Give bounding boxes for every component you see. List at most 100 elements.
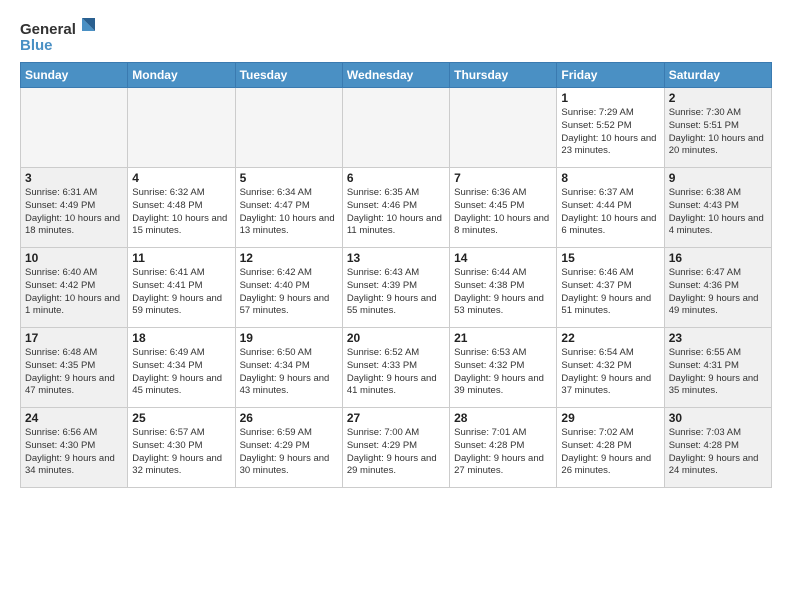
day-info: Sunrise: 6:34 AM Sunset: 4:47 PM Dayligh…: [240, 187, 338, 238]
calendar-cell: 14 Sunrise: 6:44 AM Sunset: 4:38 PM Dayli…: [450, 248, 557, 328]
svg-text:General: General: [20, 21, 76, 38]
calendar-cell: 28Sunrise: 7:01 AM Sunset: 4:28 PM Dayli…: [450, 408, 557, 488]
calendar-cell: 16Sunrise: 6:47 AM Sunset: 4:36 PM Dayli…: [664, 248, 771, 328]
weekday-header-sunday: Sunday: [21, 63, 128, 88]
day-info: Sunrise: 6:31 AM Sunset: 4:49 PM Dayligh…: [25, 187, 123, 238]
calendar-cell: 3 Sunrise: 6:31 AM Sunset: 4:49 PM Daylig…: [21, 168, 128, 248]
day-info: Sunrise: 7:02 AM Sunset: 4:28 PM Dayligh…: [561, 427, 659, 478]
day-info: Sunrise: 7:03 AM Sunset: 4:28 PM Dayligh…: [669, 427, 767, 478]
day-number: 30: [669, 411, 767, 425]
calendar-cell: 24 Sunrise: 6:56 AM Sunset: 4:30 PM Dayli…: [21, 408, 128, 488]
svg-text:Blue: Blue: [20, 37, 53, 54]
calendar-cell: 5 Sunrise: 6:34 AM Sunset: 4:47 PM Daylig…: [235, 168, 342, 248]
day-number: 4: [132, 171, 230, 185]
day-info: Sunrise: 6:36 AM Sunset: 4:45 PM Dayligh…: [454, 187, 552, 238]
day-info: Sunrise: 6:32 AM Sunset: 4:48 PM Dayligh…: [132, 187, 230, 238]
header: GeneralBlue: [20, 16, 772, 56]
day-number: 1: [561, 91, 659, 105]
day-info: Sunrise: 6:46 AM Sunset: 4:37 PM Dayligh…: [561, 267, 659, 318]
weekday-row: SundayMondayTuesdayWednesdayThursdayFrid…: [21, 63, 772, 88]
calendar-cell: 2 Sunrise: 7:30 AM Sunset: 5:51 PM Daylig…: [664, 88, 771, 168]
calendar-cell: 22Sunrise: 6:54 AM Sunset: 4:32 PM Dayli…: [557, 328, 664, 408]
day-number: 5: [240, 171, 338, 185]
calendar-table: SundayMondayTuesdayWednesdayThursdayFrid…: [20, 62, 772, 488]
calendar-cell: 9 Sunrise: 6:38 AM Sunset: 4:43 PM Daylig…: [664, 168, 771, 248]
day-number: 22: [561, 331, 659, 345]
calendar-cell: 19Sunrise: 6:50 AM Sunset: 4:34 PM Dayli…: [235, 328, 342, 408]
day-info: Sunrise: 6:55 AM Sunset: 4:31 PM Dayligh…: [669, 347, 767, 398]
calendar-cell: 26 Sunrise: 6:59 AM Sunset: 4:29 PM Dayli…: [235, 408, 342, 488]
day-number: 15: [561, 251, 659, 265]
day-number: 10: [25, 251, 123, 265]
weekday-header-friday: Friday: [557, 63, 664, 88]
day-number: 24: [25, 411, 123, 425]
day-number: 7: [454, 171, 552, 185]
day-info: Sunrise: 6:43 AM Sunset: 4:39 PM Dayligh…: [347, 267, 445, 318]
day-number: 27: [347, 411, 445, 425]
weekday-header-tuesday: Tuesday: [235, 63, 342, 88]
day-info: Sunrise: 6:41 AM Sunset: 4:41 PM Dayligh…: [132, 267, 230, 318]
calendar-cell: 30 Sunrise: 7:03 AM Sunset: 4:28 PM Dayli…: [664, 408, 771, 488]
day-info: Sunrise: 6:40 AM Sunset: 4:42 PM Dayligh…: [25, 267, 123, 318]
day-info: Sunrise: 6:53 AM Sunset: 4:32 PM Dayligh…: [454, 347, 552, 398]
calendar-cell: 12Sunrise: 6:42 AM Sunset: 4:40 PM Dayli…: [235, 248, 342, 328]
weekday-header-thursday: Thursday: [450, 63, 557, 88]
day-info: Sunrise: 6:44 AM Sunset: 4:38 PM Dayligh…: [454, 267, 552, 318]
day-number: 14: [454, 251, 552, 265]
day-info: Sunrise: 6:49 AM Sunset: 4:34 PM Dayligh…: [132, 347, 230, 398]
calendar-cell: [342, 88, 449, 168]
calendar-cell: 13 Sunrise: 6:43 AM Sunset: 4:39 PM Dayli…: [342, 248, 449, 328]
day-number: 16: [669, 251, 767, 265]
calendar-cell: 23 Sunrise: 6:55 AM Sunset: 4:31 PM Dayli…: [664, 328, 771, 408]
logo: GeneralBlue: [20, 16, 102, 56]
day-info: Sunrise: 6:57 AM Sunset: 4:30 PM Dayligh…: [132, 427, 230, 478]
week-row-4: 24 Sunrise: 6:56 AM Sunset: 4:30 PM Dayli…: [21, 408, 772, 488]
week-row-1: 3 Sunrise: 6:31 AM Sunset: 4:49 PM Daylig…: [21, 168, 772, 248]
calendar-cell: 10 Sunrise: 6:40 AM Sunset: 4:42 PM Dayli…: [21, 248, 128, 328]
calendar-cell: 7 Sunrise: 6:36 AM Sunset: 4:45 PM Daylig…: [450, 168, 557, 248]
calendar-cell: 1Sunrise: 7:29 AM Sunset: 5:52 PM Daylig…: [557, 88, 664, 168]
day-info: Sunrise: 6:48 AM Sunset: 4:35 PM Dayligh…: [25, 347, 123, 398]
day-number: 23: [669, 331, 767, 345]
day-info: Sunrise: 6:59 AM Sunset: 4:29 PM Dayligh…: [240, 427, 338, 478]
day-number: 20: [347, 331, 445, 345]
page: GeneralBlue SundayMondayTuesdayWednesday…: [0, 0, 792, 498]
day-number: 9: [669, 171, 767, 185]
calendar-body: 1Sunrise: 7:29 AM Sunset: 5:52 PM Daylig…: [21, 88, 772, 488]
calendar-cell: [450, 88, 557, 168]
week-row-2: 10 Sunrise: 6:40 AM Sunset: 4:42 PM Dayli…: [21, 248, 772, 328]
day-info: Sunrise: 7:01 AM Sunset: 4:28 PM Dayligh…: [454, 427, 552, 478]
day-info: Sunrise: 6:37 AM Sunset: 4:44 PM Dayligh…: [561, 187, 659, 238]
day-number: 3: [25, 171, 123, 185]
day-number: 13: [347, 251, 445, 265]
calendar-cell: 4 Sunrise: 6:32 AM Sunset: 4:48 PM Daylig…: [128, 168, 235, 248]
day-info: Sunrise: 6:35 AM Sunset: 4:46 PM Dayligh…: [347, 187, 445, 238]
day-number: 11: [132, 251, 230, 265]
day-number: 21: [454, 331, 552, 345]
day-number: 2: [669, 91, 767, 105]
calendar-cell: [21, 88, 128, 168]
weekday-header-monday: Monday: [128, 63, 235, 88]
day-info: Sunrise: 7:30 AM Sunset: 5:51 PM Dayligh…: [669, 107, 767, 158]
week-row-3: 17 Sunrise: 6:48 AM Sunset: 4:35 PM Dayli…: [21, 328, 772, 408]
calendar-cell: 11 Sunrise: 6:41 AM Sunset: 4:41 PM Dayli…: [128, 248, 235, 328]
logo-icon: GeneralBlue: [20, 16, 100, 56]
day-number: 8: [561, 171, 659, 185]
weekday-header-wednesday: Wednesday: [342, 63, 449, 88]
day-number: 26: [240, 411, 338, 425]
calendar-cell: 29Sunrise: 7:02 AM Sunset: 4:28 PM Dayli…: [557, 408, 664, 488]
calendar-cell: 6Sunrise: 6:35 AM Sunset: 4:46 PM Daylig…: [342, 168, 449, 248]
calendar-cell: 8 Sunrise: 6:37 AM Sunset: 4:44 PM Daylig…: [557, 168, 664, 248]
day-info: Sunrise: 6:38 AM Sunset: 4:43 PM Dayligh…: [669, 187, 767, 238]
day-number: 12: [240, 251, 338, 265]
calendar-cell: 27 Sunrise: 7:00 AM Sunset: 4:29 PM Dayli…: [342, 408, 449, 488]
calendar-cell: 25Sunrise: 6:57 AM Sunset: 4:30 PM Dayli…: [128, 408, 235, 488]
week-row-0: 1Sunrise: 7:29 AM Sunset: 5:52 PM Daylig…: [21, 88, 772, 168]
day-info: Sunrise: 6:50 AM Sunset: 4:34 PM Dayligh…: [240, 347, 338, 398]
day-info: Sunrise: 6:56 AM Sunset: 4:30 PM Dayligh…: [25, 427, 123, 478]
day-info: Sunrise: 7:00 AM Sunset: 4:29 PM Dayligh…: [347, 427, 445, 478]
day-number: 17: [25, 331, 123, 345]
calendar-cell: 17 Sunrise: 6:48 AM Sunset: 4:35 PM Dayli…: [21, 328, 128, 408]
calendar-cell: 18Sunrise: 6:49 AM Sunset: 4:34 PM Dayli…: [128, 328, 235, 408]
calendar-header: SundayMondayTuesdayWednesdayThursdayFrid…: [21, 63, 772, 88]
